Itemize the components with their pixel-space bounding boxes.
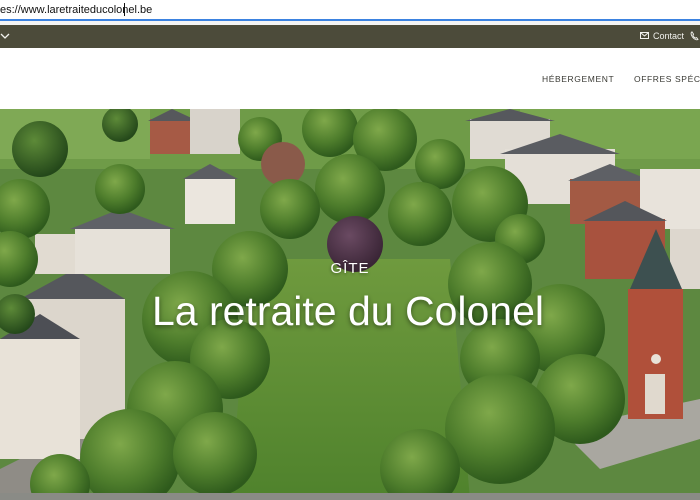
top-utility-bar: Contact [0,25,700,48]
contact-label: Contact [653,31,685,41]
mail-icon [640,31,649,41]
hero-title: La retraite du Colonel [151,288,545,334]
nav-item-offres-speciales[interactable]: OFFRES SPÉCIA [634,74,700,84]
site-header: HÉBERGEMENT OFFRES SPÉCIA [0,48,700,109]
contact-link[interactable]: Contact [640,31,684,41]
hero-section: GÎTE La retraite du Colonel [0,109,700,500]
nav-item-hebergement[interactable]: HÉBERGEMENT [542,74,614,84]
hero-kicker: GÎTE [330,260,370,277]
chevron-down-icon[interactable] [0,30,10,42]
address-bar[interactable] [0,0,700,21]
phone-icon[interactable] [690,31,699,43]
url-input[interactable] [0,2,320,18]
text-caret [124,3,125,16]
bottom-scroll-strip [0,493,700,500]
